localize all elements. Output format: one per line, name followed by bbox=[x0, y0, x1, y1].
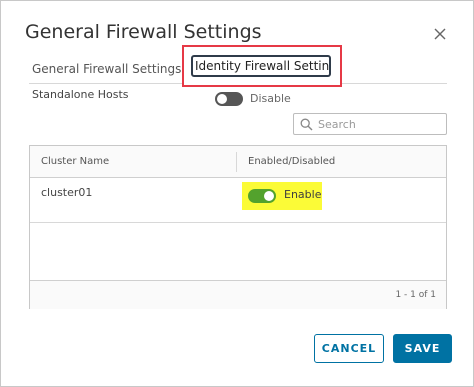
standalone-hosts-toggle[interactable] bbox=[215, 92, 243, 106]
annotation-highlight-box: Identity Firewall Settings bbox=[182, 45, 342, 87]
tab-general-firewall-settings[interactable]: General Firewall Settings bbox=[32, 62, 181, 76]
column-header-enabled-disabled[interactable]: Enabled/Disabled bbox=[248, 156, 335, 167]
standalone-toggle-state: Disable bbox=[250, 92, 291, 105]
close-icon bbox=[434, 28, 446, 40]
search-box[interactable] bbox=[293, 113, 447, 135]
table-row: cluster01 Enable bbox=[30, 178, 446, 223]
datagrid-footer: 1 - 1 of 1 bbox=[30, 280, 446, 309]
standalone-hosts-label: Standalone Hosts bbox=[32, 88, 129, 101]
search-input[interactable] bbox=[318, 116, 442, 132]
datagrid-header: Cluster Name Enabled/Disabled bbox=[30, 146, 446, 178]
column-separator bbox=[236, 152, 237, 172]
cluster-name-cell: cluster01 bbox=[41, 186, 93, 199]
enable-highlight: Enable bbox=[242, 182, 322, 210]
dialog-title: General Firewall Settings bbox=[25, 21, 262, 43]
search-icon bbox=[300, 118, 313, 131]
cluster-enable-toggle[interactable] bbox=[248, 189, 276, 203]
column-header-cluster-name[interactable]: Cluster Name bbox=[41, 156, 109, 167]
pagination-text: 1 - 1 of 1 bbox=[395, 290, 436, 300]
cancel-button[interactable]: CANCEL bbox=[314, 334, 384, 363]
close-button[interactable] bbox=[431, 25, 449, 43]
cluster-toggle-state: Enable bbox=[284, 188, 322, 201]
toggle-knob bbox=[264, 191, 274, 201]
save-button[interactable]: SAVE bbox=[393, 334, 452, 363]
firewall-settings-dialog: General Firewall Settings General Firewa… bbox=[0, 0, 474, 387]
tab-identity-firewall-settings[interactable]: Identity Firewall Settings bbox=[191, 55, 331, 77]
cluster-datagrid: Cluster Name Enabled/Disabled cluster01 … bbox=[29, 145, 447, 309]
toggle-knob bbox=[217, 94, 227, 104]
